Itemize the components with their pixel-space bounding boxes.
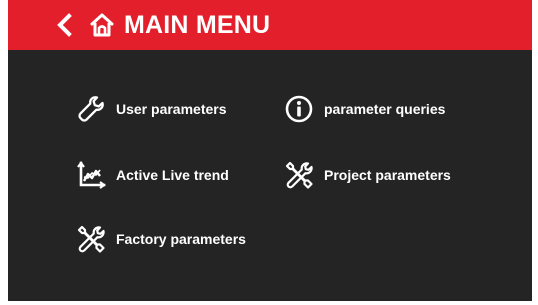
menu-item-factory-parameters[interactable]: Factory parameters (76, 224, 246, 254)
menu-item-label: User parameters (116, 101, 227, 117)
screen-frame: MAIN MENU (8, 0, 532, 301)
menu-item-label: Active Live trend (116, 167, 229, 183)
menu-item-parameter-queries[interactable]: parameter queries (284, 94, 445, 124)
menu-item-label: Factory parameters (116, 231, 246, 247)
wrench-icon (76, 94, 106, 124)
home-button[interactable] (88, 11, 116, 39)
menu-item-label: Project parameters (324, 167, 451, 183)
menu-item-project-parameters[interactable]: Project parameters (284, 160, 451, 190)
page-title: MAIN MENU (124, 11, 271, 39)
header-bar: MAIN MENU (8, 0, 532, 50)
menu-item-user-parameters[interactable]: User parameters (76, 94, 227, 124)
menu-item-active-live-trend[interactable]: Active Live trend (76, 160, 229, 190)
trend-chart-icon (76, 160, 106, 190)
tools-icon (76, 224, 106, 254)
home-icon (90, 13, 114, 37)
back-button[interactable] (52, 12, 78, 38)
tools-icon (284, 160, 314, 190)
info-icon (284, 94, 314, 124)
menu-item-label: parameter queries (324, 101, 446, 117)
chevron-left-icon (57, 13, 72, 37)
